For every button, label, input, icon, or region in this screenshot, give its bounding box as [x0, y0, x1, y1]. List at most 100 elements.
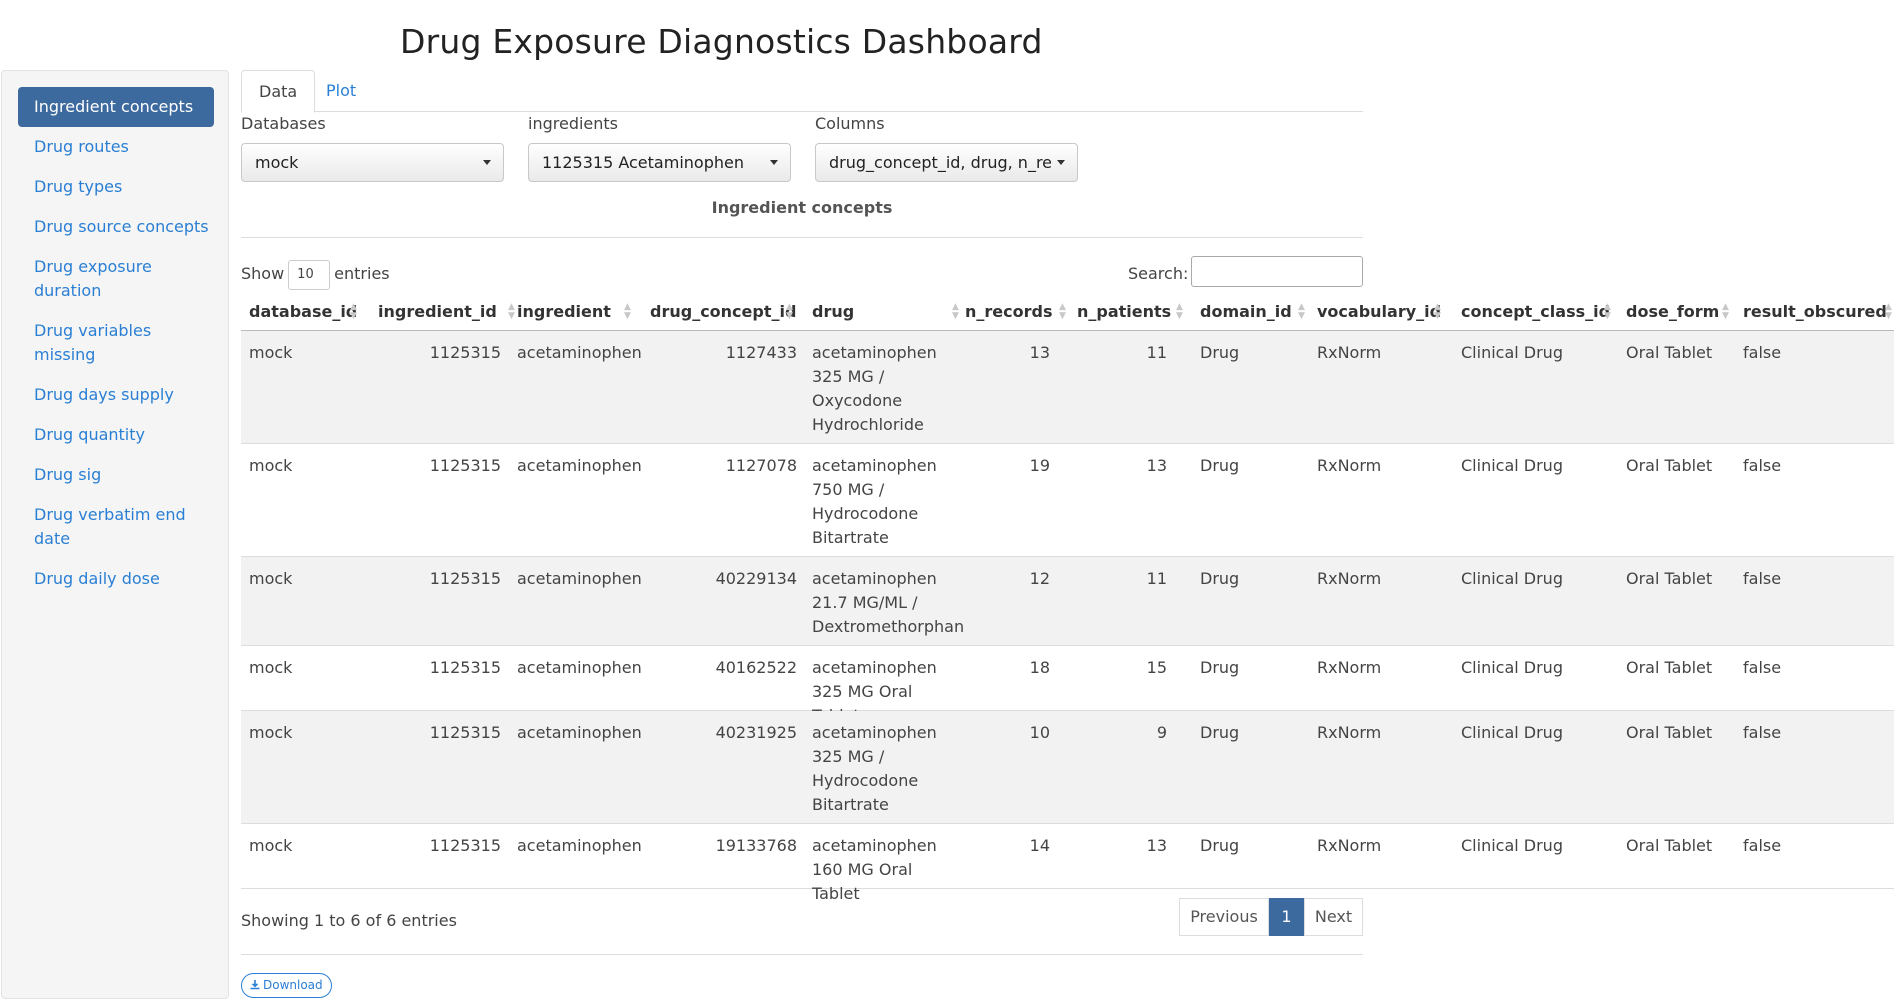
sort-arrows-icon: ▲ ▼ — [1059, 302, 1066, 321]
tab-plot[interactable]: Plot — [309, 70, 373, 112]
cell-dose-form: Oral Tablet — [1626, 658, 1713, 677]
sidebar-nav: Ingredient concepts Drug routes Drug typ… — [1, 70, 229, 999]
sidebar-item-drug-exposure-duration[interactable]: Drug exposure duration — [18, 255, 188, 303]
cell-result-obscured: false — [1743, 723, 1782, 742]
cell-concept-class-id: Clinical Drug — [1461, 569, 1563, 588]
cell-domain-id: Drug — [1200, 723, 1240, 742]
cell-n-records: 19 — [1029, 456, 1050, 475]
column-header-concept-class-id[interactable]: concept_class_id — [1461, 302, 1610, 322]
cell-ingredient: acetaminophen — [517, 723, 642, 742]
databases-select-value: mock — [255, 153, 299, 172]
cell-database-id: mock — [249, 723, 293, 742]
cell-dose-form: Oral Tablet — [1626, 836, 1713, 855]
cell-ingredient: acetaminophen — [517, 658, 642, 677]
column-header-ingredient[interactable]: ingredient — [517, 302, 611, 322]
column-header-vocabulary-id[interactable]: vocabulary_id — [1317, 302, 1441, 322]
cell-ingredient-id: 1125315 — [429, 343, 501, 362]
cell-n-records: 18 — [1029, 658, 1050, 677]
column-header-domain-id[interactable]: domain_id — [1200, 302, 1292, 322]
cell-result-obscured: false — [1743, 343, 1782, 362]
cell-domain-id: Drug — [1200, 343, 1240, 362]
next-page-button[interactable]: Next — [1304, 898, 1363, 936]
cell-domain-id: Drug — [1200, 456, 1240, 475]
cell-database-id: mock — [249, 836, 293, 855]
cell-n-patients: 11 — [1146, 569, 1167, 588]
column-header-n-records[interactable]: n_records — [965, 302, 1052, 322]
cell-result-obscured: false — [1743, 836, 1782, 855]
cell-concept-class-id: Clinical Drug — [1461, 836, 1563, 855]
cell-ingredient-id: 1125315 — [429, 723, 501, 742]
cell-database-id: mock — [249, 456, 293, 475]
cell-drug-concept-id: 40229134 — [715, 569, 797, 588]
sidebar-item-drug-verbatim-end-date[interactable]: Drug verbatim end date — [18, 503, 188, 551]
sort-arrows-icon: ▲ ▼ — [1722, 302, 1729, 321]
sidebar-item-drug-sig[interactable]: Drug sig — [18, 463, 214, 487]
length-control: Show 10 entries — [241, 258, 390, 290]
table-row: mock 1125315 acetaminophen 1127078 acetamino… — [241, 444, 1894, 557]
search-input[interactable] — [1191, 256, 1363, 287]
columns-select-value: drug_concept_id, drug, n_records, n_pati… — [829, 153, 1051, 172]
cell-n-patients: 13 — [1146, 836, 1167, 855]
cell-drug: acetaminophen 325 MG / Oxycodone Hydrochlor… — [812, 343, 937, 434]
cell-drug-concept-id: 1127433 — [725, 343, 797, 362]
sidebar-item-drug-daily-dose[interactable]: Drug daily dose — [18, 567, 214, 591]
cell-domain-id: Drug — [1200, 569, 1240, 588]
cell-drug-concept-id: 40231925 — [715, 723, 797, 742]
sidebar-item-ingredient-concepts[interactable]: Ingredient concepts — [18, 87, 214, 127]
download-button[interactable]: Download — [241, 973, 332, 998]
cell-dose-form: Oral Tablet — [1626, 569, 1713, 588]
cell-drug: acetaminophen 160 MG Oral Tablet — [812, 836, 937, 903]
cell-database-id: mock — [249, 569, 293, 588]
cell-dose-form: Oral Tablet — [1626, 456, 1713, 475]
cell-result-obscured: false — [1743, 569, 1782, 588]
cell-drug-concept-id: 40162522 — [715, 658, 797, 677]
cell-n-patients: 15 — [1146, 658, 1167, 677]
column-header-drug[interactable]: drug — [812, 302, 854, 322]
cell-drug-concept-id: 1127078 — [725, 456, 797, 475]
column-header-dose-form[interactable]: dose_form — [1626, 302, 1719, 322]
page-length-select[interactable]: 10 — [288, 259, 331, 290]
table-caption: Ingredient concepts — [711, 198, 893, 217]
column-header-n-patients[interactable]: n_patients — [1077, 302, 1171, 322]
table-row: mock 1125315 acetaminophen 40162522 acetamin… — [241, 646, 1894, 725]
sort-arrows-icon: ▲ ▼ — [1604, 302, 1611, 321]
show-label: Show — [241, 264, 285, 283]
column-header-result-obscured[interactable]: result_obscured — [1743, 302, 1887, 322]
sidebar-item-drug-types[interactable]: Drug types — [18, 175, 214, 199]
sort-arrows-icon: ▲ ▼ — [1298, 302, 1305, 321]
cell-ingredient-id: 1125315 — [429, 569, 501, 588]
cell-drug-concept-id: 19133768 — [715, 836, 797, 855]
columns-select[interactable]: drug_concept_id, drug, n_records, n_pati… — [815, 143, 1078, 182]
cell-ingredient-id: 1125315 — [429, 658, 501, 677]
download-icon — [250, 980, 260, 990]
sidebar-item-drug-variables-missing[interactable]: Drug variables missing — [18, 319, 178, 367]
sort-arrows-icon: ▲ ▼ — [1176, 302, 1183, 321]
sort-arrows-icon: ▲ ▼ — [350, 302, 357, 321]
column-header-database-id[interactable]: database_id — [249, 302, 357, 322]
cell-database-id: mock — [249, 343, 293, 362]
tab-data[interactable]: Data — [241, 70, 316, 113]
sidebar-item-drug-routes[interactable]: Drug routes — [18, 135, 214, 159]
databases-select[interactable]: mock — [241, 143, 504, 182]
cell-vocabulary-id: RxNorm — [1317, 723, 1382, 742]
table-row: mock 1125315 acetaminophen 40229134 acetamin… — [241, 557, 1894, 646]
cell-n-patients: 13 — [1146, 456, 1167, 475]
sidebar-item-drug-quantity[interactable]: Drug quantity — [18, 423, 214, 447]
caret-down-icon — [1057, 160, 1065, 165]
tab-bar: Data Plot — [241, 70, 1363, 113]
cell-vocabulary-id: RxNorm — [1317, 569, 1382, 588]
column-header-ingredient-id[interactable]: ingredient_id — [378, 302, 497, 322]
cell-ingredient-id: 1125315 — [429, 836, 501, 855]
cell-domain-id: Drug — [1200, 836, 1240, 855]
cell-ingredient: acetaminophen — [517, 456, 642, 475]
previous-page-button[interactable]: Previous — [1179, 898, 1269, 936]
cell-domain-id: Drug — [1200, 658, 1240, 677]
sidebar-item-drug-days-supply[interactable]: Drug days supply — [18, 383, 214, 407]
sidebar-item-drug-source-concepts[interactable]: Drug source concepts — [18, 215, 214, 239]
column-header-drug-concept-id[interactable]: drug_concept_id — [650, 302, 796, 322]
page-1-button[interactable]: 1 — [1269, 898, 1304, 936]
ingredients-select[interactable]: 1125315 Acetaminophen — [528, 143, 791, 182]
cell-dose-form: Oral Tablet — [1626, 343, 1713, 362]
table-row: mock 1125315 acetaminophen 19133768 acetamin… — [241, 824, 1894, 903]
cell-drug: acetaminophen 325 MG / Hydrocodone Bitartra… — [812, 723, 937, 814]
